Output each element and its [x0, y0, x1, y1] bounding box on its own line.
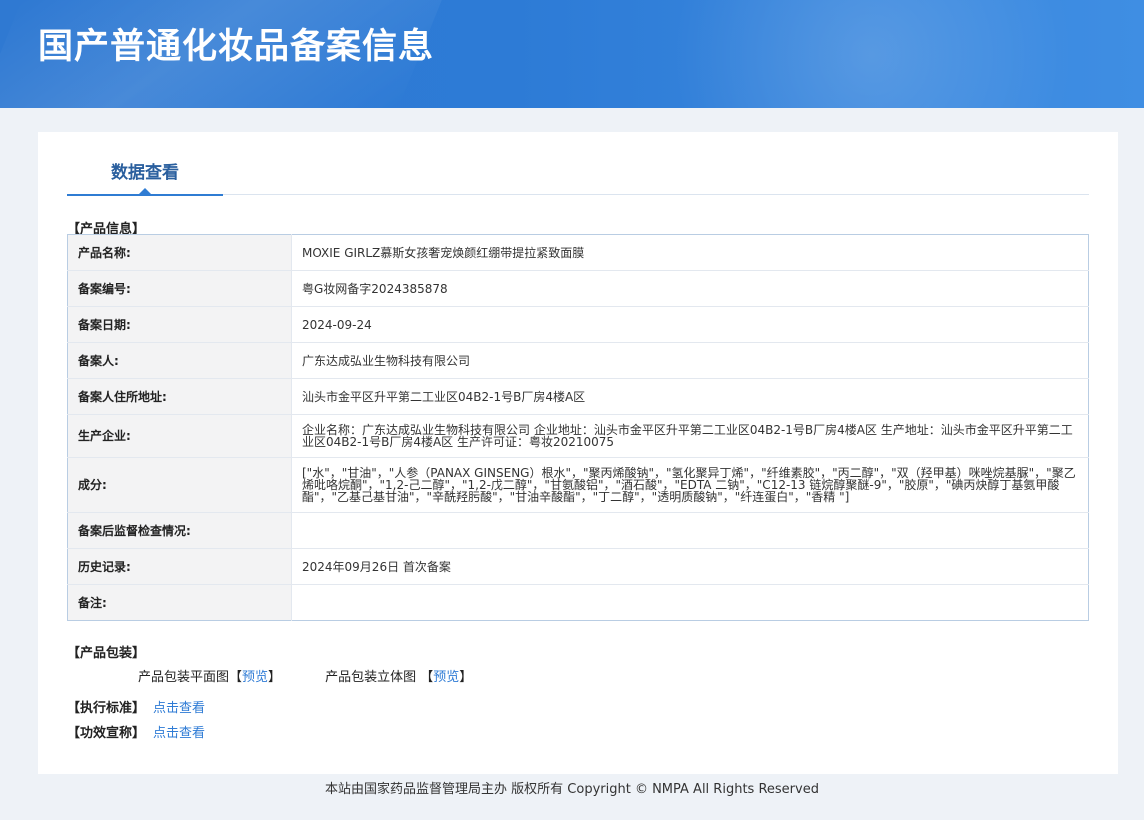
content-card: 数据查看 【产品信息】 产品名称: MOXIE GIRLZ慕斯女孩奢宠焕颜红绷带… [38, 132, 1118, 774]
row-label-remarks: 备注: [67, 584, 292, 621]
tab-data-view[interactable]: 数据查看 [67, 154, 223, 196]
product-info-table: 产品名称: MOXIE GIRLZ慕斯女孩奢宠焕颜红绷带提拉紧致面膜 备案编号:… [67, 234, 1089, 621]
bracket-open: 【 [420, 670, 434, 685]
packaging-section-title: 【产品包装】 [67, 646, 146, 661]
table-row: 产品名称: MOXIE GIRLZ慕斯女孩奢宠焕颜红绷带提拉紧致面膜 [67, 234, 1089, 271]
page-footer: 本站由国家药品监督管理局主办 版权所有 Copyright © NMPA All… [325, 782, 819, 797]
row-value-remarks [292, 585, 1089, 621]
tab-data-view-label: 数据查看 [111, 163, 179, 183]
packaging-flat-preview-link[interactable]: 预览 [242, 670, 268, 685]
table-row: 备案人: 广东达成弘业生物科技有限公司 [67, 342, 1089, 379]
table-row: 备案编号: 粤G妆网备字2024385878 [67, 270, 1089, 307]
page-title: 国产普通化妆品备案信息 [38, 27, 435, 67]
bracket-open: 【 [229, 670, 243, 685]
row-value-record-number: 粤G妆网备字2024385878 [291, 270, 1089, 307]
row-value-history: 2024年09月26日 首次备案 [291, 548, 1089, 585]
row-label-record-date: 备案日期: [67, 306, 292, 343]
tab-bar: 数据查看 [67, 154, 1089, 196]
table-row: 备案日期: 2024-09-24 [67, 306, 1089, 343]
row-label-ingredients: 成分: [67, 457, 292, 513]
packaging-links: 产品包装平面图【预览】 产品包装立体图 【预览】 [138, 666, 472, 685]
claims-view-link[interactable]: 点击查看 [153, 726, 205, 741]
bracket-close: 】 [268, 670, 282, 685]
table-row: 备案人住所地址: 汕头市金平区升平第二工业区04B2-1号B厂房4楼A区 [67, 378, 1089, 415]
row-value-inspection [291, 512, 1089, 549]
row-value-manufacturer: 企业名称：广东达成弘业生物科技有限公司 企业地址：汕头市金平区升平第二工业区04… [291, 414, 1089, 458]
row-label-registrant-address: 备案人住所地址: [67, 378, 292, 415]
standards-item: 【执行标准】 点击查看 [67, 697, 205, 716]
claims-item: 【功效宣称】 点击查看 [67, 722, 205, 741]
row-label-registrant: 备案人: [67, 342, 292, 379]
packaging-solid-preview-link[interactable]: 预览 [433, 670, 459, 685]
row-label-product-name: 产品名称: [67, 234, 292, 271]
packaging-solid-label: 产品包装立体图 [325, 670, 417, 685]
packaging-flat-label: 产品包装平面图 [138, 670, 230, 685]
row-value-registrant-address: 汕头市金平区升平第二工业区04B2-1号B厂房4楼A区 [291, 378, 1089, 415]
header-decoration-glow [664, 0, 1144, 108]
row-value-record-date: 2024-09-24 [291, 306, 1089, 343]
packaging-solid: 产品包装立体图 【预览】 [325, 666, 472, 685]
row-value-product-name: MOXIE GIRLZ慕斯女孩奢宠焕颜红绷带提拉紧致面膜 [291, 234, 1089, 271]
standards-view-link[interactable]: 点击查看 [153, 701, 205, 716]
table-row: 备案后监督检查情况: [67, 512, 1089, 549]
table-row: 成分: ["水"，"甘油"，"人参（PANAX GINSENG）根水"，"聚丙烯… [67, 457, 1089, 513]
claims-label: 【功效宣称】 [67, 726, 146, 741]
row-label-inspection: 备案后监督检查情况: [67, 512, 292, 549]
table-row: 历史记录: 2024年09月26日 首次备案 [67, 548, 1089, 585]
table-row: 生产企业: 企业名称：广东达成弘业生物科技有限公司 企业地址：汕头市金平区升平第… [67, 414, 1089, 458]
bracket-close: 】 [459, 670, 473, 685]
page-header: 国产普通化妆品备案信息 [0, 0, 1144, 108]
row-label-manufacturer: 生产企业: [67, 414, 292, 458]
standards-label: 【执行标准】 [67, 701, 146, 716]
row-value-registrant: 广东达成弘业生物科技有限公司 [291, 342, 1089, 379]
row-label-record-number: 备案编号: [67, 270, 292, 307]
table-row: 备注: [67, 584, 1089, 621]
tab-caret-icon [139, 188, 151, 194]
packaging-flat: 产品包装平面图【预览】 [138, 666, 281, 685]
row-value-ingredients: ["水"，"甘油"，"人参（PANAX GINSENG）根水"，"聚丙烯酸钠"，… [291, 457, 1089, 513]
row-label-history: 历史记录: [67, 548, 292, 585]
